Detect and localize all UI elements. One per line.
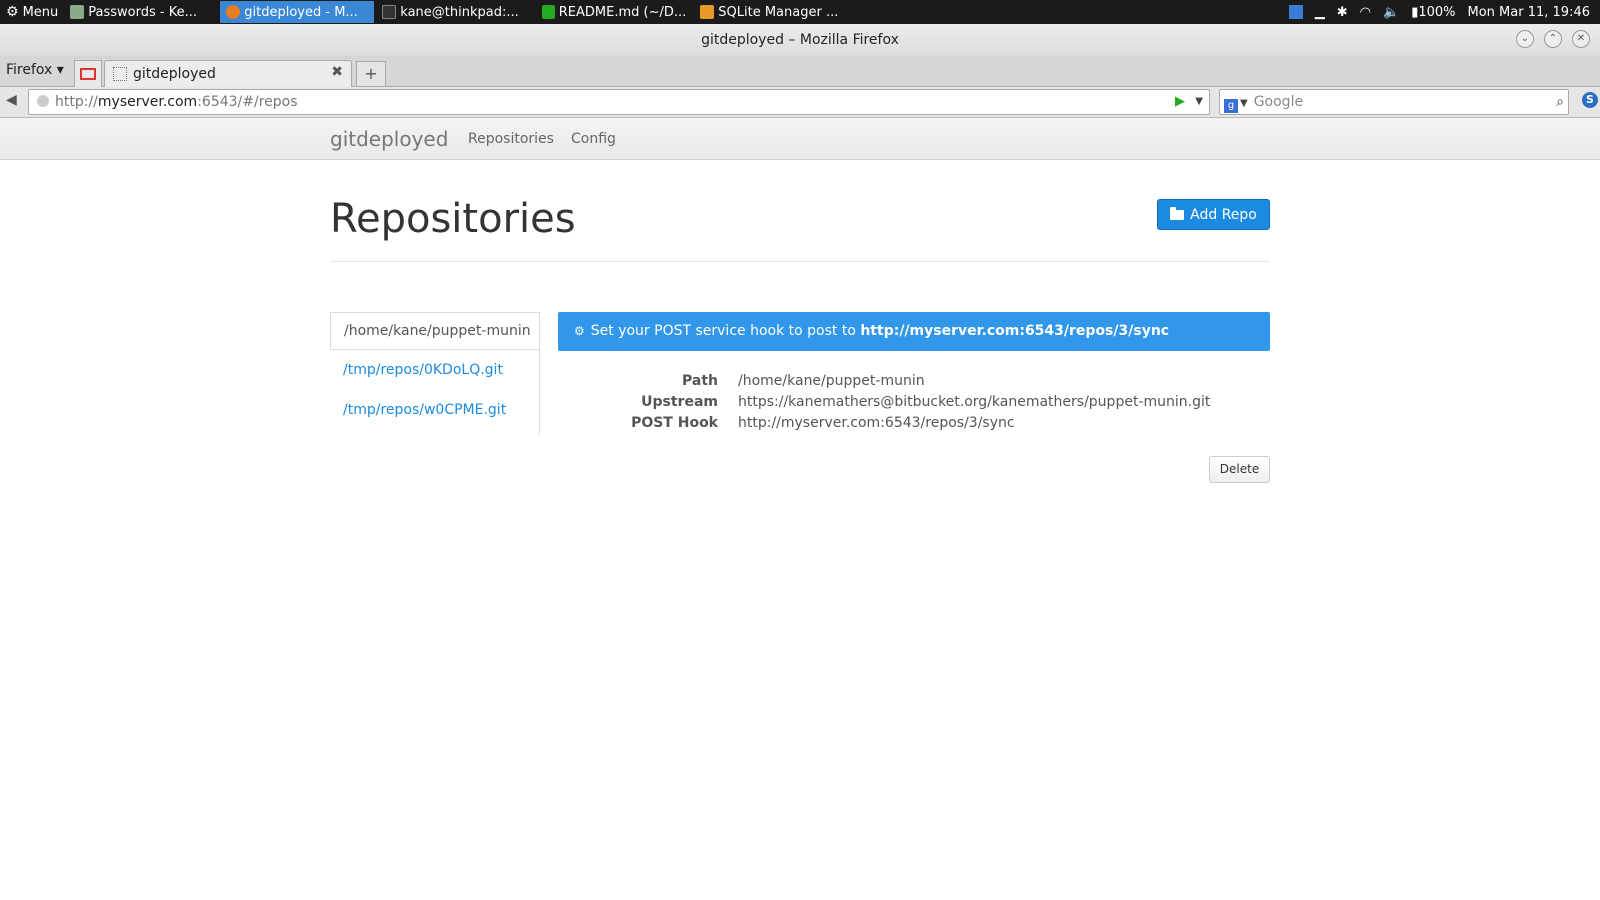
task-label: kane@thinkpad:... (400, 4, 519, 20)
gmail-app-tab[interactable] (74, 60, 102, 87)
new-tab-button[interactable]: + (356, 61, 386, 87)
engine-dropdown-icon[interactable]: ▼ (1240, 98, 1248, 109)
folder-open-icon (1170, 206, 1185, 220)
update-icon[interactable] (1288, 5, 1303, 19)
url-rest: :6543/#/repos (197, 94, 298, 110)
volume-icon[interactable]: 🔈 (1383, 5, 1399, 20)
navigation-toolbar: ◀ http://myserver.com:6543/#/repos ▶ ▼ g… (0, 87, 1600, 118)
app-brand[interactable]: gitdeployed (330, 127, 448, 151)
tab-strip: Firefox ▾ gitdeployed ✖ + (0, 56, 1600, 87)
repo-item-active[interactable]: /home/kane/puppet-munin (330, 312, 539, 350)
delete-button[interactable]: Delete (1209, 456, 1270, 483)
repo-list: /home/kane/puppet-munin /tmp/repos/0KDoL… (330, 312, 540, 435)
system-menu-button[interactable]: ⚙ Menu (0, 0, 64, 24)
detail-row-upstream: Upstream https://kanemathers@bitbucket.o… (558, 394, 1270, 415)
post-hook-alert: ⚙ Set your POST service hook to post to h… (558, 312, 1270, 351)
history-dropdown-icon[interactable]: ▼ (1195, 90, 1203, 114)
alert-hook-url: http://myserver.com:6543/repos/3/sync (860, 323, 1170, 339)
task-terminal[interactable]: kane@thinkpad:... (376, 1, 534, 23)
firefox-menu-button[interactable]: Firefox ▾ (6, 62, 64, 78)
maximize-button[interactable]: ⌃ (1544, 30, 1562, 48)
vim-icon (542, 5, 555, 19)
gear-icon: ⚙ (6, 4, 19, 20)
search-bar[interactable]: g ▼ Google ⌕ (1219, 89, 1569, 115)
terminal-icon (382, 5, 397, 19)
system-tray: ▁ ✱ ◠ 🔈 ▮100% Mon Mar 11, 19:46 (1288, 0, 1590, 24)
google-engine-icon[interactable]: g (1224, 99, 1238, 113)
url-prefix: http:// (55, 94, 98, 110)
app-navbar: gitdeployed Repositories Config (0, 118, 1600, 160)
back-arrow-icon[interactable]: ◀ (6, 92, 17, 108)
add-repo-label: Add Repo (1190, 206, 1257, 223)
bluetooth-icon[interactable]: ✱ (1337, 5, 1348, 20)
close-window-button[interactable]: ✕ (1572, 30, 1590, 48)
task-firefox[interactable]: gitdeployed - M... (220, 1, 375, 23)
url-bar[interactable]: http://myserver.com:6543/#/repos ▶ ▼ (28, 89, 1210, 115)
detail-row-post-hook: POST Hook http://myserver.com:6543/repos… (558, 415, 1270, 436)
tab-gitdeployed[interactable]: gitdeployed ✖ (104, 60, 352, 87)
detail-row-path: Path /home/kane/puppet-munin (558, 373, 1270, 394)
battery-level: 100% (1418, 4, 1456, 20)
battery-indicator[interactable]: ▮100% (1411, 5, 1455, 20)
task-label: README.md (~/D... (558, 4, 687, 20)
alert-text: Set your POST service hook to post to (590, 323, 861, 339)
nav-repositories[interactable]: Repositories (468, 131, 554, 147)
header-divider (330, 261, 1270, 262)
task-label: Passwords - Ke... (88, 4, 197, 20)
task-passwords[interactable]: Passwords - Ke... (64, 1, 218, 23)
keys-icon (70, 5, 85, 19)
detail-label: Upstream (641, 394, 718, 410)
repo-item[interactable]: /tmp/repos/0KDoLQ.git (330, 350, 539, 390)
window-title-bar: gitdeployed – Mozilla Firefox ⌄ ⌃ ✕ (0, 24, 1600, 56)
tab-title: gitdeployed (133, 66, 216, 82)
repo-item[interactable]: /tmp/repos/w0CPME.git (330, 390, 539, 430)
detail-value: /home/kane/puppet-munin (738, 373, 925, 389)
task-label: gitdeployed - M... (244, 4, 358, 20)
page-favicon-icon (113, 67, 127, 81)
minimize-button[interactable]: ⌄ (1516, 30, 1534, 48)
task-sqlite-manager[interactable]: SQLite Manager ... (694, 1, 856, 23)
window-list-icon[interactable]: ▁ (1315, 5, 1325, 20)
clock[interactable]: Mon Mar 11, 19:46 (1468, 5, 1590, 20)
wifi-icon[interactable]: ◠ (1360, 5, 1371, 20)
go-arrow-icon[interactable]: ▶ (1175, 90, 1185, 114)
nav-config[interactable]: Config (571, 131, 616, 147)
system-menu-label: Menu (22, 4, 59, 20)
task-label: SQLite Manager ... (718, 4, 839, 20)
detail-label: Path (682, 373, 718, 389)
detail-value: https://kanemathers@bitbucket.org/kanema… (738, 394, 1211, 410)
cog-icon: ⚙ (574, 324, 585, 338)
url-host: myserver.com (97, 94, 198, 110)
search-icon[interactable]: ⌕ (1556, 90, 1564, 114)
page-title: Repositories (330, 196, 576, 242)
window-controls: ⌄ ⌃ ✕ (1516, 30, 1590, 48)
search-placeholder: Google (1253, 94, 1304, 110)
close-tab-icon[interactable]: ✖ (331, 64, 343, 80)
detail-value: http://myserver.com:6543/repos/3/sync (738, 415, 1015, 431)
task-vim[interactable]: README.md (~/D... (536, 1, 692, 23)
system-panel: ⚙ Menu Passwords - Ke... gitdeployed - M… (0, 0, 1600, 24)
site-identity-icon[interactable] (37, 95, 49, 107)
window-title: gitdeployed – Mozilla Firefox (701, 32, 899, 48)
gmail-icon (80, 68, 96, 80)
repo-details: Path /home/kane/puppet-munin Upstream ht… (558, 373, 1270, 436)
add-repo-button[interactable]: Add Repo (1157, 199, 1270, 230)
firefox-icon (226, 5, 241, 19)
detail-label: POST Hook (631, 415, 718, 431)
addon-s-icon[interactable]: S (1582, 92, 1598, 108)
sqlite-icon (700, 5, 715, 19)
